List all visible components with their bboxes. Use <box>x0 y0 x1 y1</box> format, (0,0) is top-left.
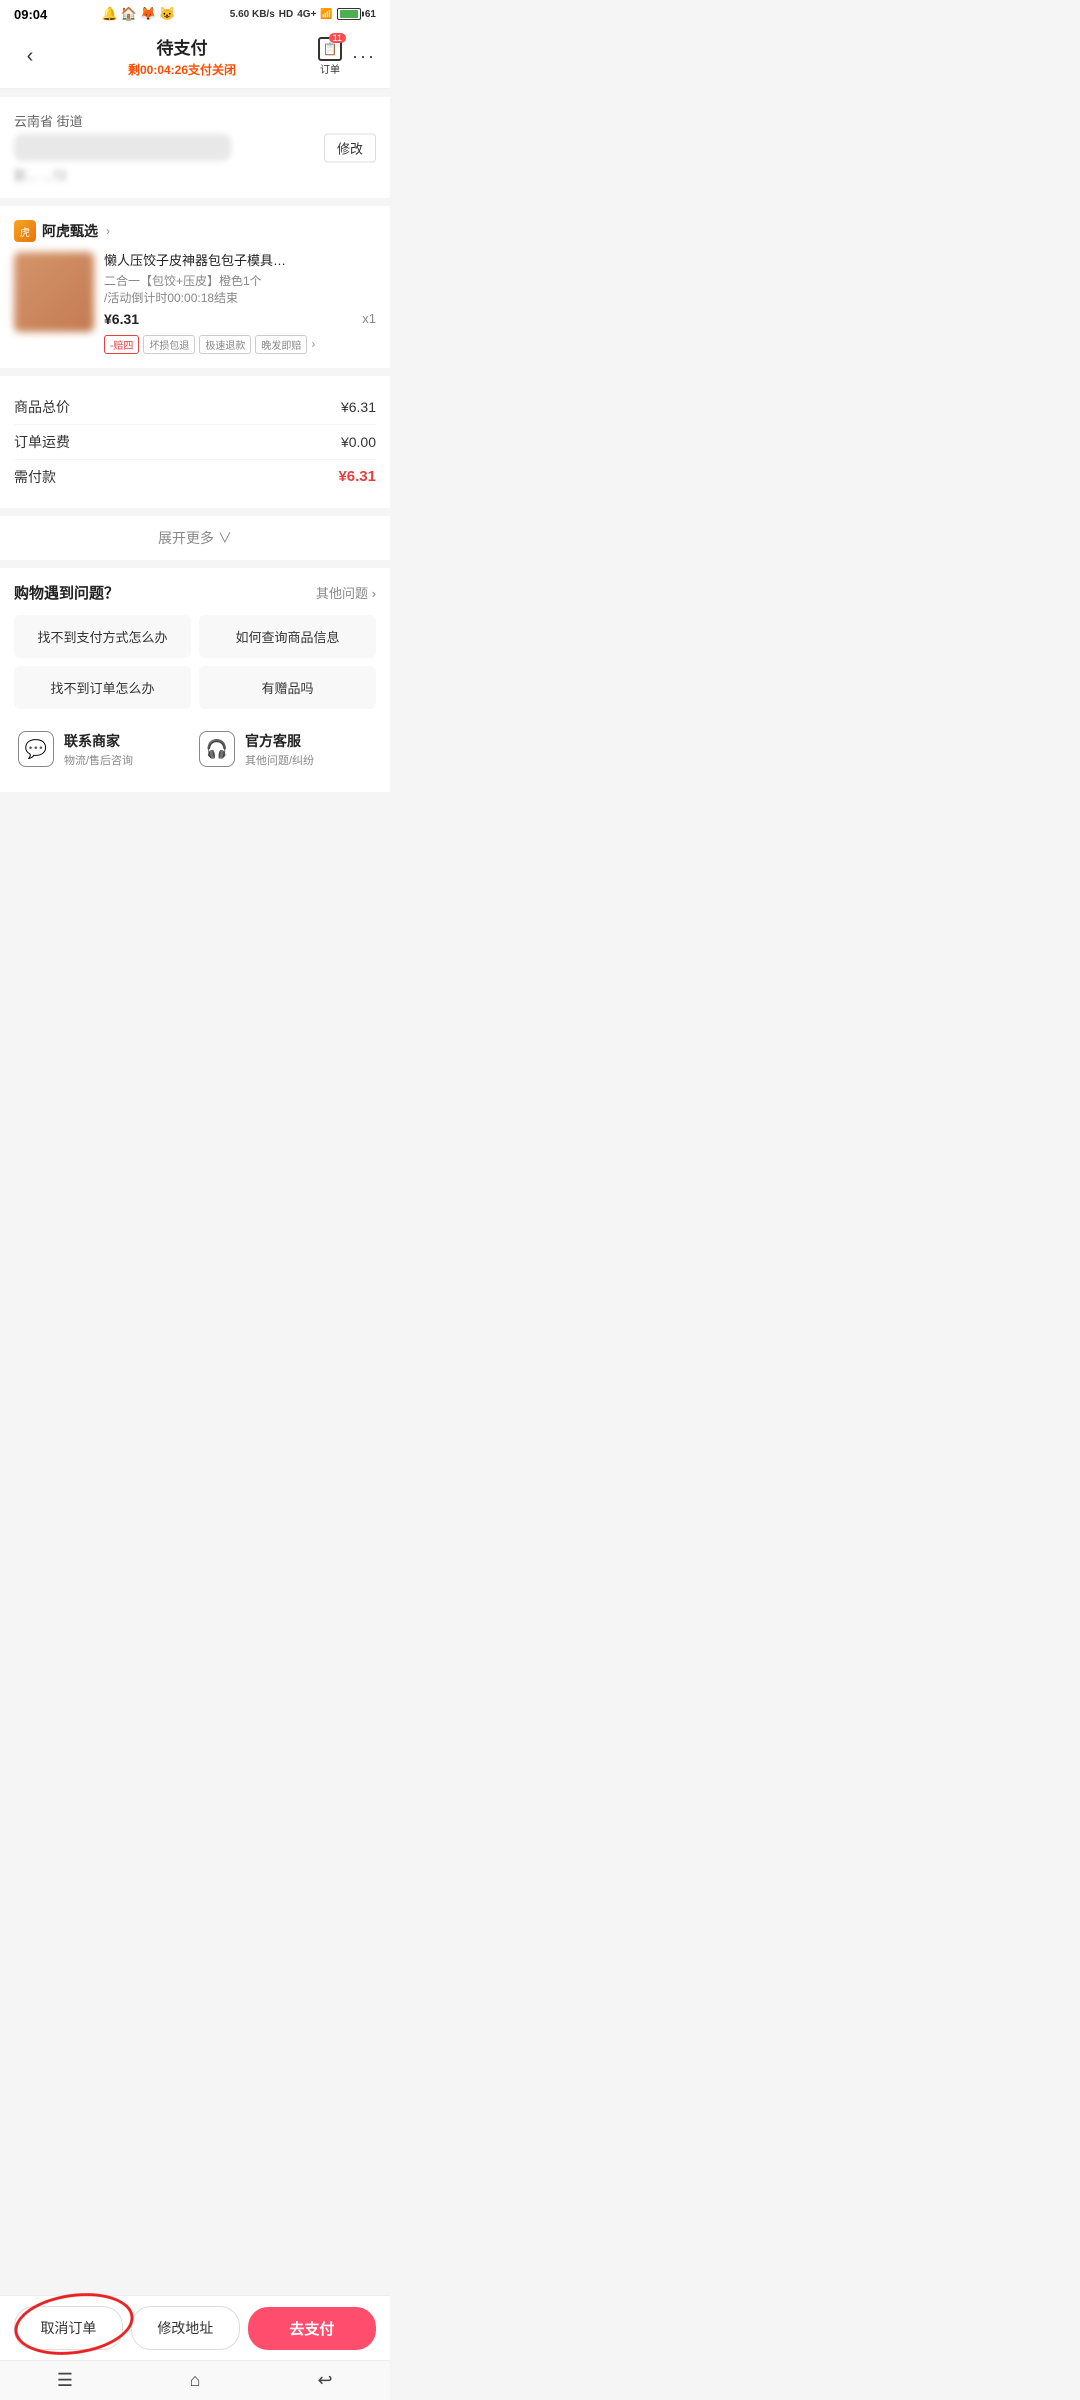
order-badge: 11 <box>329 33 346 43</box>
status-bar: 09:04 🔔 🏠 🦊 😺 5.60 KB/s HD 4G+ 📶 61 <box>0 0 390 26</box>
countdown-text: 剩00:04:26支付关闭 <box>46 61 318 78</box>
price-section: 商品总价 ¥6.31 订单运费 ¥0.00 需付款 ¥6.31 <box>0 376 390 508</box>
nav-home-button[interactable]: ⌂ <box>170 2366 220 2396</box>
back-button[interactable]: ‹ <box>14 40 46 72</box>
page-title: 待支付 <box>46 34 318 59</box>
pay-button[interactable]: 去支付 <box>248 2307 376 2350</box>
wifi-icon: 📶 <box>320 9 332 20</box>
contact-official-sub: 其他问题/纠纷 <box>245 752 314 768</box>
order-label: 订单 <box>320 61 340 76</box>
product-info: 懒人压饺子皮神器包包子模具… 二合一【包饺+压皮】橙色1个/活动倒计时00:00… <box>104 252 376 354</box>
address-detail-blurred <box>14 134 231 161</box>
network-speed: 5.60 KB/s <box>230 9 275 20</box>
help-item-gift[interactable]: 有赠品吗 <box>199 666 376 709</box>
header-right: 📋 11 订单 ··· <box>318 37 376 76</box>
nav-menu-button[interactable]: ☰ <box>40 2366 90 2396</box>
product-name: 懒人压饺子皮神器包包子模具… <box>104 252 376 270</box>
tags-more-arrow: › <box>311 337 315 351</box>
contact-merchant[interactable]: 💬 联系商家 物流/售后咨询 <box>14 721 195 778</box>
order-icon: 📋 11 <box>318 37 342 61</box>
expand-more-button[interactable]: 展开更多 ∨ <box>0 516 390 560</box>
tag-late-ship: 晚发即赔 <box>255 335 307 354</box>
contact-row: 💬 联系商家 物流/售后咨询 🎧 官方客服 其他问题/纠纷 <box>14 721 376 778</box>
product-row: 懒人压饺子皮神器包包子模具… 二合一【包饺+压皮】橙色1个/活动倒计时00:00… <box>14 252 376 354</box>
contact-official-name: 官方客服 <box>245 731 314 751</box>
shipping-value: ¥0.00 <box>341 434 376 450</box>
bottom-action-bar: 取消订单 修改地址 去支付 <box>0 2295 390 2360</box>
status-right: 5.60 KB/s HD 4G+ 📶 61 <box>230 8 376 20</box>
notification-icons: 🔔 🏠 🦊 😺 <box>102 6 176 22</box>
help-title: 购物遇到问题？ <box>14 582 119 603</box>
contact-merchant-icon: 💬 <box>18 731 54 767</box>
help-item-payment[interactable]: 找不到支付方式怎么办 <box>14 615 191 658</box>
tag-fast-refund: 极速退款 <box>199 335 251 354</box>
shop-product-section: 虎 阿虎甄选 › 懒人压饺子皮神器包包子模具… 二合一【包饺+压皮】橙色1个/活… <box>0 206 390 368</box>
cancel-order-button[interactable]: 取消订单 <box>14 2306 123 2350</box>
product-image <box>14 252 94 332</box>
battery-indicator <box>337 8 361 20</box>
network-type: HD <box>279 9 293 20</box>
shop-arrow-icon: › <box>106 224 110 238</box>
contact-official[interactable]: 🎧 官方客服 其他问题/纠纷 <box>195 721 376 778</box>
help-grid: 找不到支付方式怎么办 如何查询商品信息 找不到订单怎么办 有赠品吗 <box>14 615 376 709</box>
tag-damage-return: 坏损包退 <box>143 335 195 354</box>
status-time: 09:04 <box>14 7 47 22</box>
edit-address-bottom-button[interactable]: 修改地址 <box>131 2306 240 2350</box>
address-section: 云南省 街道 彭... ...72 修改 <box>0 97 390 198</box>
nav-bar: ☰ ⌂ ↩ <box>0 2360 390 2400</box>
product-qty: x1 <box>362 311 376 326</box>
countdown-prefix: 剩 <box>128 63 140 77</box>
total-price-row: 商品总价 ¥6.31 <box>14 390 376 425</box>
battery-fill <box>340 10 358 18</box>
product-spec: 二合一【包饺+压皮】橙色1个/活动倒计时00:00:18结束 <box>104 273 376 307</box>
total-label: 商品总价 <box>14 397 70 417</box>
product-price-row: ¥6.31 x1 <box>104 311 376 327</box>
header-center: 待支付 剩00:04:26支付关闭 <box>46 34 318 78</box>
shipping-label: 订单运费 <box>14 432 70 452</box>
tag-compensation: -赔四 <box>104 335 139 354</box>
contact-merchant-text: 联系商家 物流/售后咨询 <box>64 731 133 768</box>
battery-percent: 61 <box>365 9 376 20</box>
countdown-suffix: 支付关闭 <box>188 63 236 77</box>
address-region: 云南省 街道 <box>14 111 376 130</box>
product-price: ¥6.31 <box>104 311 139 327</box>
page-header: ‹ 待支付 剩00:04:26支付关闭 📋 11 订单 ··· <box>0 26 390 89</box>
help-item-product-info[interactable]: 如何查询商品信息 <box>199 615 376 658</box>
address-person-blurred: 彭... ...72 <box>14 165 376 184</box>
help-header: 购物遇到问题？ 其他问题 › <box>14 582 376 603</box>
other-issues-link[interactable]: 其他问题 › <box>316 583 376 602</box>
help-item-order[interactable]: 找不到订单怎么办 <box>14 666 191 709</box>
shipping-row: 订单运费 ¥0.00 <box>14 425 376 460</box>
contact-official-icon: 🎧 <box>199 731 235 767</box>
nav-back-button[interactable]: ↩ <box>300 2366 350 2396</box>
edit-address-button[interactable]: 修改 <box>324 133 376 162</box>
contact-merchant-name: 联系商家 <box>64 731 133 751</box>
order-icon-button[interactable]: 📋 11 订单 <box>318 37 342 76</box>
product-tags: -赔四 坏损包退 极速退款 晚发即赔 › <box>104 335 376 354</box>
pay-value: ¥6.31 <box>338 468 376 485</box>
shop-avatar: 虎 <box>14 220 36 242</box>
more-button[interactable]: ··· <box>352 46 376 67</box>
shop-name[interactable]: 阿虎甄选 <box>42 221 98 241</box>
shop-header: 虎 阿虎甄选 › <box>14 220 376 242</box>
help-section: 购物遇到问题？ 其他问题 › 找不到支付方式怎么办 如何查询商品信息 找不到订单… <box>0 568 390 792</box>
total-value: ¥6.31 <box>341 399 376 415</box>
pay-label: 需付款 <box>14 467 56 487</box>
pay-amount-row: 需付款 ¥6.31 <box>14 460 376 494</box>
contact-merchant-sub: 物流/售后咨询 <box>64 752 133 768</box>
contact-official-text: 官方客服 其他问题/纠纷 <box>245 731 314 768</box>
countdown-value: 00:04:26 <box>140 63 188 77</box>
signal-type: 4G+ <box>297 9 316 20</box>
